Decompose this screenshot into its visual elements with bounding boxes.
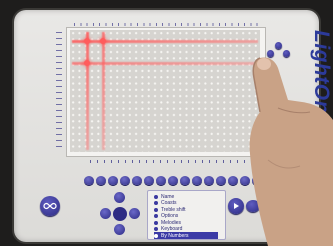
row-ticks <box>56 32 62 150</box>
bullet-icon <box>154 227 158 231</box>
bullet-icon <box>154 220 158 225</box>
note-key[interactable] <box>108 176 118 185</box>
note-key[interactable] <box>132 176 142 185</box>
laser-col-1 <box>86 32 89 150</box>
hand-image <box>249 57 333 246</box>
bullet-icon <box>154 194 158 199</box>
bullet-icon <box>154 214 158 218</box>
laser-dot-1 <box>84 38 90 44</box>
note-key[interactable] <box>144 176 154 185</box>
note-key[interactable] <box>216 176 226 185</box>
corner-button-top[interactable] <box>275 42 282 49</box>
bullet-icon <box>154 201 158 205</box>
note-key[interactable] <box>180 176 190 185</box>
arrow-left-button[interactable] <box>100 208 111 219</box>
note-key[interactable] <box>96 176 106 185</box>
select-button[interactable] <box>113 207 127 221</box>
arrow-right-button[interactable] <box>129 208 140 219</box>
settings-menu: Name Coasts Treble shift Options Melodie… <box>147 190 226 240</box>
note-key[interactable] <box>120 176 130 185</box>
note-key[interactable] <box>228 176 238 185</box>
laser-col-2 <box>102 32 105 150</box>
note-key[interactable] <box>84 176 94 185</box>
arrow-up-button[interactable] <box>114 192 125 203</box>
note-key[interactable] <box>168 176 178 185</box>
led-grid[interactable] <box>70 30 260 152</box>
arrow-down-button[interactable] <box>114 224 125 235</box>
laser-dot-2 <box>100 38 106 44</box>
laser-dot-3 <box>84 60 90 66</box>
note-key[interactable] <box>156 176 166 185</box>
bullet-icon <box>154 233 158 238</box>
menu-item-selected[interactable]: By Numbers <box>154 232 218 239</box>
bullet-icon <box>154 207 158 212</box>
key-ticks <box>90 160 250 163</box>
column-ticks <box>74 23 259 26</box>
note-key[interactable] <box>192 176 202 185</box>
infinity-button[interactable] <box>40 196 60 216</box>
note-key[interactable] <box>204 176 214 185</box>
direction-pad <box>98 192 142 236</box>
infinity-icon <box>43 202 57 210</box>
laser-row-2 <box>72 62 258 65</box>
